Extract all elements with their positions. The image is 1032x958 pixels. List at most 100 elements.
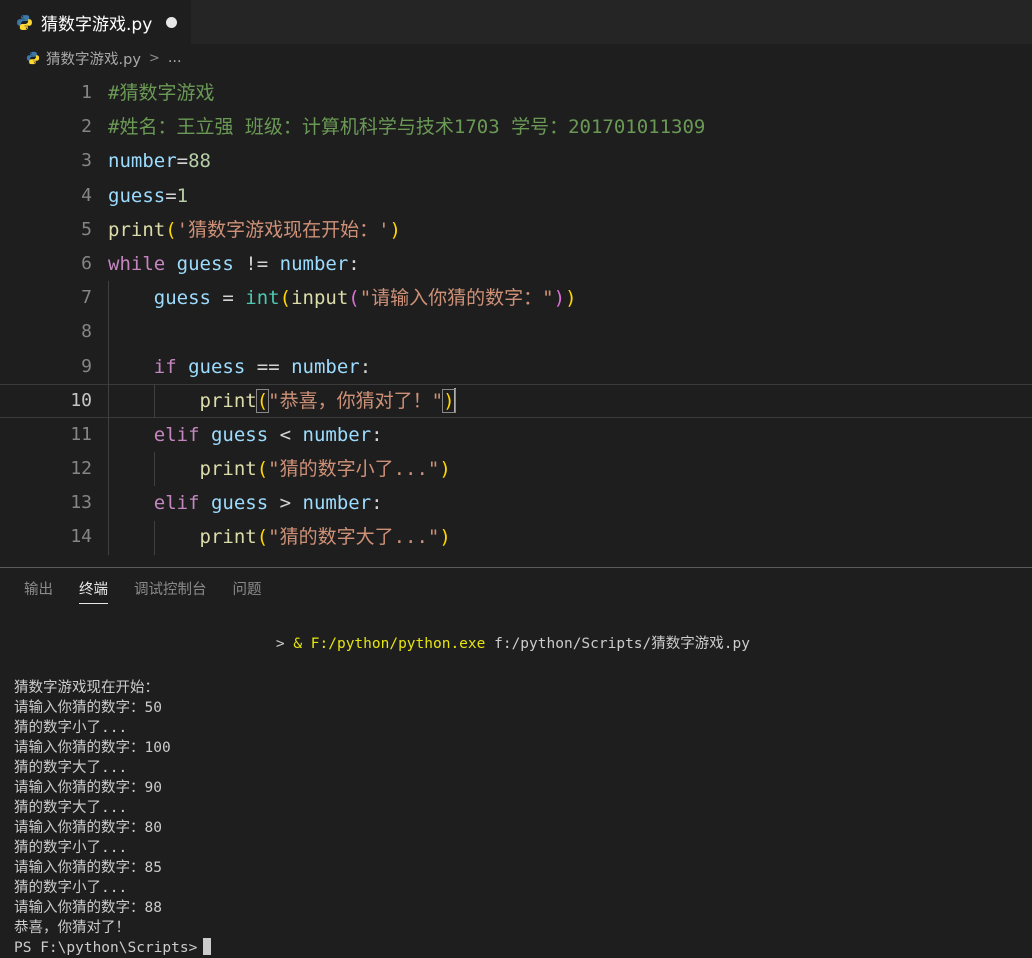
terminal-output-line: 恭喜，你猜对了！ [14,918,1032,938]
token-fn: print [200,390,257,412]
terminal-output-line: 猜的数字大了... [14,758,1032,778]
terminal-cursor [203,938,211,955]
code-line[interactable]: 3number=88 [0,144,1032,178]
panel-tab-label: 终端 [79,578,108,599]
line-content[interactable]: elif guess < number: [92,418,383,452]
line-content[interactable]: while guess != number: [92,247,360,281]
panel-tab-3[interactable]: 问题 [233,568,262,608]
line-content[interactable]: print("恭喜，你猜对了！") [92,384,456,418]
line-content[interactable]: number=88 [92,144,211,178]
token-plain [108,287,154,309]
token-op: = [211,287,245,309]
code-line[interactable]: 1 #猜数字游戏 [0,76,1032,110]
tab-filename: 猜数字游戏.py [41,10,152,35]
panel-tab-1[interactable]: 终端 [79,568,108,608]
token-fn: print [200,526,257,548]
line-content[interactable]: print("猜的数字大了...") [92,520,451,554]
terminal-output-line: 请输入你猜的数字：90 [14,778,1032,798]
token-num: 1 [177,185,188,207]
code-line[interactable]: 4guess=1 [0,179,1032,213]
token-type: int [245,287,279,309]
token-paren2: ( [348,287,359,309]
terminal-command-line: > & F:/python/python.exe f:/python/Scrip… [14,614,1032,674]
token-paren: ( [257,526,268,548]
editor-tab-active[interactable]: 猜数字游戏.py [0,0,191,44]
code-line[interactable]: 9 if guess == number: [0,350,1032,384]
terminal-view[interactable]: > & F:/python/python.exe f:/python/Scrip… [0,608,1032,958]
line-content[interactable]: print("猜的数字小了...") [92,452,451,486]
token-plain [200,424,211,446]
token-paren2: ) [554,287,565,309]
code-line[interactable]: 13 elif guess > number: [0,486,1032,520]
terminal-run-prompt: > [276,636,293,652]
python-file-icon [26,51,40,65]
line-number: 12 [0,452,92,486]
token-op: < [268,424,302,446]
code-line[interactable]: 8 [0,315,1032,349]
line-content[interactable]: guess = int(input("请输入你猜的数字：")) [92,281,577,315]
line-content[interactable]: #猜数字游戏 [92,76,214,110]
line-content[interactable]: if guess == number: [92,350,371,384]
line-content[interactable]: print('猜数字游戏现在开始：') [92,213,401,247]
line-number: 2 [0,110,92,144]
line-content[interactable]: elif guess > number: [92,486,383,520]
token-var: guess [211,492,268,514]
terminal-call-operator: & [293,636,310,652]
line-number: 11 [0,418,92,452]
code-line[interactable]: 2#姓名：王立强 班级：计算机科学与技术1703 学号：201701011309 [0,110,1032,144]
terminal-output-line: 请输入你猜的数字：85 [14,858,1032,878]
code-line[interactable]: 5print('猜数字游戏现在开始：') [0,213,1032,247]
token-plain [108,356,154,378]
code-editor[interactable]: 1 #猜数字游戏 2#姓名：王立强 班级：计算机科学与技术1703 学号：20170… [0,72,1032,567]
line-number: 1 [0,76,92,110]
token-var: number [303,424,372,446]
terminal-output-line: 猜数字游戏现在开始： [14,678,1032,698]
panel-tab-2[interactable]: 调试控制台 [134,568,207,608]
text-cursor [454,388,456,412]
code-line[interactable]: 11 elif guess < number: [0,418,1032,452]
token-str: "请输入你猜的数字：" [360,287,554,309]
token-ctrl: while [108,253,165,275]
token-paren: ( [165,219,176,241]
code-line[interactable]: 10 print("恭喜，你猜对了！") [0,384,1032,418]
token-ctrl: elif [154,492,200,514]
token-op: = [165,185,176,207]
panel-tab-bar: 输出 终端 调试控制台 问题 [0,568,1032,608]
tab-dirty-indicator[interactable] [166,17,177,28]
token-op: == [245,356,291,378]
token-fn: print [108,219,165,241]
token-var: number [280,253,349,275]
token-ctrl: elif [154,424,200,446]
code-line[interactable]: 6while guess != number: [0,247,1032,281]
token-var: guess [188,356,245,378]
panel-tab-label: 问题 [233,578,262,599]
panel-tab-0[interactable]: 输出 [24,568,53,608]
terminal-output-line: 请输入你猜的数字：50 [14,698,1032,718]
line-number: 7 [0,281,92,315]
token-comment: #猜数字游戏 [108,82,214,104]
line-number: 5 [0,213,92,247]
line-number: 9 [0,350,92,384]
token-paren: ( [257,458,268,480]
panel-tab-label: 输出 [24,578,53,599]
breadcrumb-symbol-placeholder[interactable]: ... [168,50,182,66]
breadcrumb-filename[interactable]: 猜数字游戏.py [46,48,141,69]
token-plain [165,253,176,275]
token-paren: ) [565,287,576,309]
terminal-output: 猜数字游戏现在开始：请输入你猜的数字：50猜的数字小了...请输入你猜的数字：1… [14,678,1032,938]
code-line[interactable]: 14 print("猜的数字大了...") [0,520,1032,554]
python-file-icon [16,14,33,31]
token-plain [177,356,188,378]
breadcrumb: 猜数字游戏.py > ... [0,44,1032,72]
terminal-output-line: 猜的数字小了... [14,838,1032,858]
code-line[interactable]: 12 print("猜的数字小了...") [0,452,1032,486]
line-content[interactable]: #姓名：王立强 班级：计算机科学与技术1703 学号：201701011309 [92,110,705,144]
line-number: 13 [0,486,92,520]
code-line[interactable]: 7 guess = int(input("请输入你猜的数字：")) [0,281,1032,315]
line-number: 3 [0,144,92,178]
line-content[interactable]: guess=1 [92,179,188,213]
token-var: guess [108,185,165,207]
code-lines[interactable]: 1 #猜数字游戏 2#姓名：王立强 班级：计算机科学与技术1703 学号：20170… [0,72,1032,567]
line-number: 10 [0,384,92,418]
token-fn: input [291,287,348,309]
